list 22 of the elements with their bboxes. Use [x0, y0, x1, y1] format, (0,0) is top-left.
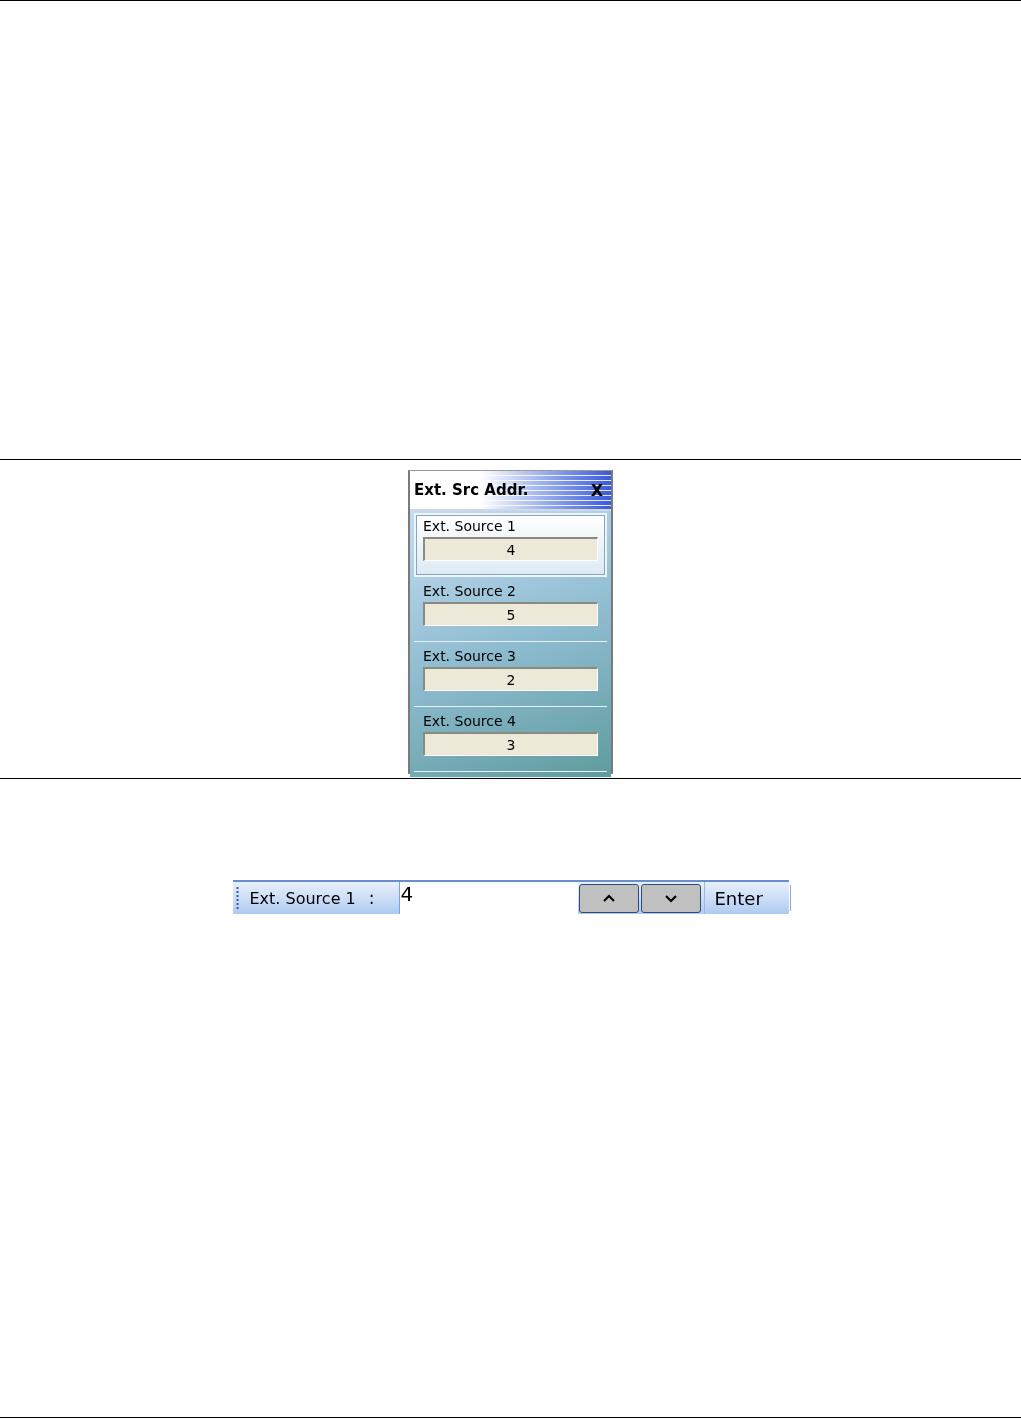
entry-label: Ext. Source 1	[249, 888, 356, 908]
value-field[interactable]: 4	[423, 537, 598, 561]
grip-icon[interactable]	[235, 886, 239, 910]
decrement-button[interactable]	[640, 884, 701, 913]
source-item[interactable]: Ext. Source 1 4	[414, 513, 607, 577]
input-field[interactable]: 4	[399, 882, 578, 914]
source-label: Ext. Source 4	[423, 712, 517, 730]
label-colon: :	[368, 888, 375, 908]
enter-button[interactable]: Enter	[703, 882, 790, 914]
dialog-title: Ext. Src Addr.	[414, 481, 529, 499]
source-item[interactable]: Ext. Source 3 2	[414, 643, 607, 707]
caret-up-icon	[601, 894, 616, 903]
source-item[interactable]: Ext. Source 2 5	[414, 578, 607, 642]
value-field[interactable]: 5	[423, 602, 598, 626]
caret-down-icon	[663, 894, 678, 903]
source-label: Ext. Source 2	[423, 582, 517, 600]
increment-button[interactable]	[578, 884, 639, 913]
value-field[interactable]: 2	[423, 667, 598, 691]
value-field[interactable]: 3	[423, 732, 598, 756]
source-label: Ext. Source 3	[423, 647, 517, 665]
source-item[interactable]: Ext. Source 4 3	[414, 708, 607, 772]
source-label: Ext. Source 1	[423, 517, 517, 535]
